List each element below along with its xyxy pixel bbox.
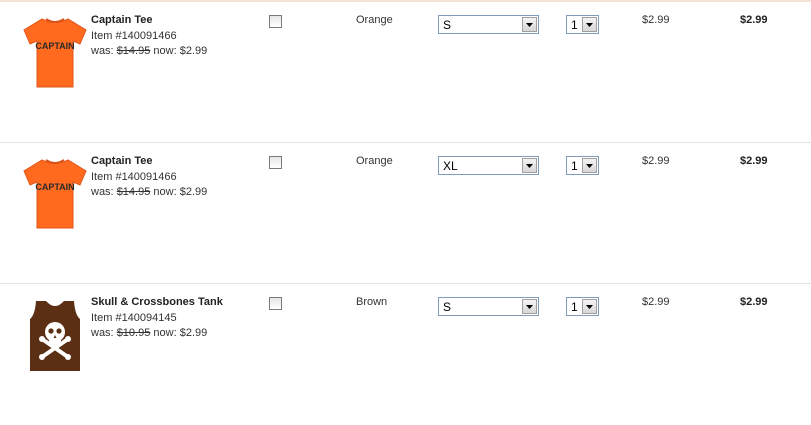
- quantity-select[interactable]: 1: [566, 15, 599, 34]
- product-name[interactable]: Skull & Crossbones Tank: [91, 296, 223, 308]
- quantity-select[interactable]: 1: [566, 297, 599, 316]
- item-number: Item #140091466: [91, 171, 177, 183]
- product-image-captain-tee[interactable]: CAPTAIN: [20, 154, 90, 234]
- size-select[interactable]: S: [438, 15, 539, 34]
- was-price: $14.95: [116, 186, 151, 198]
- product-name[interactable]: Captain Tee: [91, 14, 153, 26]
- size-select[interactable]: S: [438, 297, 539, 316]
- item-color: Orange: [356, 14, 393, 26]
- size-value: S: [443, 300, 452, 314]
- unit-price: $2.99: [642, 14, 670, 26]
- size-value: S: [443, 18, 452, 32]
- chevron-down-icon[interactable]: [582, 158, 597, 173]
- was-price: $14.95: [116, 45, 151, 57]
- cart-item-row: Skull & Crossbones Tank Item #140094145 …: [0, 284, 811, 425]
- now-label: now:: [153, 186, 177, 198]
- product-image-captain-tee[interactable]: CAPTAIN: [20, 13, 90, 93]
- item-color: Brown: [356, 296, 388, 308]
- cart-item-row: CAPTAIN Captain Tee Item #140091466 was:…: [0, 143, 811, 284]
- now-price: $2.99: [179, 45, 208, 57]
- item-number: Item #140091466: [91, 30, 177, 42]
- chevron-down-icon[interactable]: [522, 158, 537, 173]
- now-label: now:: [153, 327, 177, 339]
- price-info: was: $14.95 now: $2.99: [91, 186, 207, 198]
- total-price: $2.99: [740, 14, 768, 26]
- price-info: was: $10.95 now: $2.99: [91, 327, 207, 339]
- size-value: XL: [443, 159, 458, 173]
- now-label: now:: [153, 45, 177, 57]
- quantity-value: 1: [571, 159, 578, 173]
- chevron-down-icon[interactable]: [582, 299, 597, 314]
- cart-item-row: CAPTAIN Captain Tee Item #140091466 was:…: [0, 2, 811, 143]
- size-select[interactable]: XL: [438, 156, 539, 175]
- total-price: $2.99: [740, 296, 768, 308]
- product-name[interactable]: Captain Tee: [91, 155, 153, 167]
- unit-price: $2.99: [642, 155, 670, 167]
- unit-price: $2.99: [642, 296, 670, 308]
- item-select-checkbox[interactable]: [269, 15, 282, 28]
- product-image-skull-tank[interactable]: [20, 295, 90, 375]
- chevron-down-icon[interactable]: [582, 17, 597, 32]
- item-select-checkbox[interactable]: [269, 297, 282, 310]
- was-label: was:: [91, 186, 114, 198]
- quantity-select[interactable]: 1: [566, 156, 599, 175]
- was-label: was:: [91, 327, 114, 339]
- item-number: Item #140094145: [91, 312, 177, 324]
- svg-text:CAPTAIN: CAPTAIN: [35, 41, 74, 51]
- total-price: $2.99: [740, 155, 768, 167]
- item-select-checkbox[interactable]: [269, 156, 282, 169]
- chevron-down-icon[interactable]: [522, 17, 537, 32]
- quantity-value: 1: [571, 300, 578, 314]
- svg-text:CAPTAIN: CAPTAIN: [35, 182, 74, 192]
- price-info: was: $14.95 now: $2.99: [91, 45, 207, 57]
- chevron-down-icon[interactable]: [522, 299, 537, 314]
- was-price: $10.95: [116, 327, 151, 339]
- now-price: $2.99: [179, 327, 208, 339]
- was-label: was:: [91, 45, 114, 57]
- now-price: $2.99: [179, 186, 208, 198]
- quantity-value: 1: [571, 18, 578, 32]
- item-color: Orange: [356, 155, 393, 167]
